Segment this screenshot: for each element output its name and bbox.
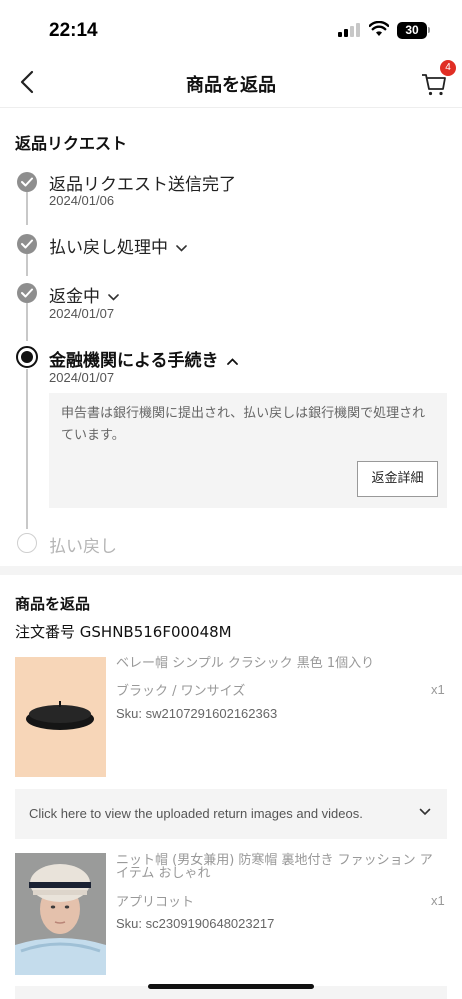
active-step-icon (16, 346, 38, 368)
product-quantity: x1 (431, 682, 445, 697)
cart-count-badge: 4 (440, 60, 456, 76)
cellular-signal-icon (338, 23, 362, 37)
beret-product-image[interactable] (15, 657, 106, 777)
chevron-down-icon (419, 808, 431, 816)
timeline-connector (26, 192, 28, 225)
product-sku: Sku: sc2309190648023217 (116, 916, 275, 931)
return-items-title: 商品を返品 (15, 595, 91, 613)
status-bar: 22:14 30 (0, 0, 462, 58)
status-time: 22:14 (49, 20, 98, 41)
completed-check-icon (17, 172, 37, 192)
navigation-header: 商品を返品 4 (0, 58, 462, 108)
wifi-icon (369, 21, 389, 36)
return-request-section-title: 返品リクエスト (15, 134, 128, 153)
refund-details-button[interactable]: 返金詳細 (357, 461, 438, 497)
timeline-connector (26, 254, 28, 276)
chevron-down-icon[interactable] (108, 293, 119, 301)
page-title: 商品を返品 (186, 75, 276, 96)
chevron-down-icon[interactable] (176, 244, 187, 252)
pending-step-icon (17, 533, 37, 553)
product-quantity: x1 (431, 893, 445, 908)
timeline-step-date: 2024/01/07 (49, 306, 115, 321)
timeline-step-label: 返金中 (49, 287, 100, 307)
product-variant: アプリコット (116, 895, 195, 910)
timeline-connector (26, 369, 28, 529)
product-sku: Sku: sw2107291602162363 (116, 706, 278, 721)
uploaded-media-toggle[interactable]: Click here to view the uploaded return i… (15, 789, 447, 839)
product-name: ベレー帽 シンプル クラシック 黒色 1個入り (116, 656, 375, 671)
completed-check-icon (17, 283, 37, 303)
timeline-step-date: 2024/01/07 (49, 370, 115, 385)
step-detail-text: 申告書は銀行機関に提出され、払い戻しは銀行機関で処理されています。 (61, 406, 426, 443)
timeline-step-refund: 払い戻し (49, 537, 117, 557)
timeline-step-label: 払い戻し処理中 (49, 238, 168, 258)
completed-check-icon (17, 234, 37, 254)
chevron-up-icon[interactable] (226, 357, 238, 365)
timeline-step-refund-processing[interactable]: 払い戻し処理中 (49, 233, 187, 258)
home-indicator (148, 984, 314, 989)
uploaded-media-prompt: Click here to view the uploaded return i… (29, 806, 363, 821)
section-divider (0, 566, 462, 575)
battery-icon: 30 (397, 22, 427, 39)
knit-hat-product-image[interactable] (15, 853, 106, 975)
product-name: ニット帽 (男女兼用) 防寒帽 裏地付き ファッション アイテム おしゃれ (116, 853, 433, 881)
timeline-step-date: 2024/01/06 (49, 193, 115, 208)
timeline-step-label: 金融機関による手続き (49, 351, 219, 371)
timeline-step-request-sent: 返品リクエスト送信完了 (49, 175, 236, 195)
product-variant: ブラック / ワンサイズ (116, 684, 246, 699)
timeline-step-financial-institution[interactable]: 金融機関による手続き (49, 346, 238, 371)
battery-cap (428, 27, 430, 33)
timeline-connector (26, 303, 28, 341)
timeline-step-refunding[interactable]: 返金中 (49, 282, 119, 307)
order-number: 注文番号 GSHNB516F00048M (15, 623, 232, 641)
